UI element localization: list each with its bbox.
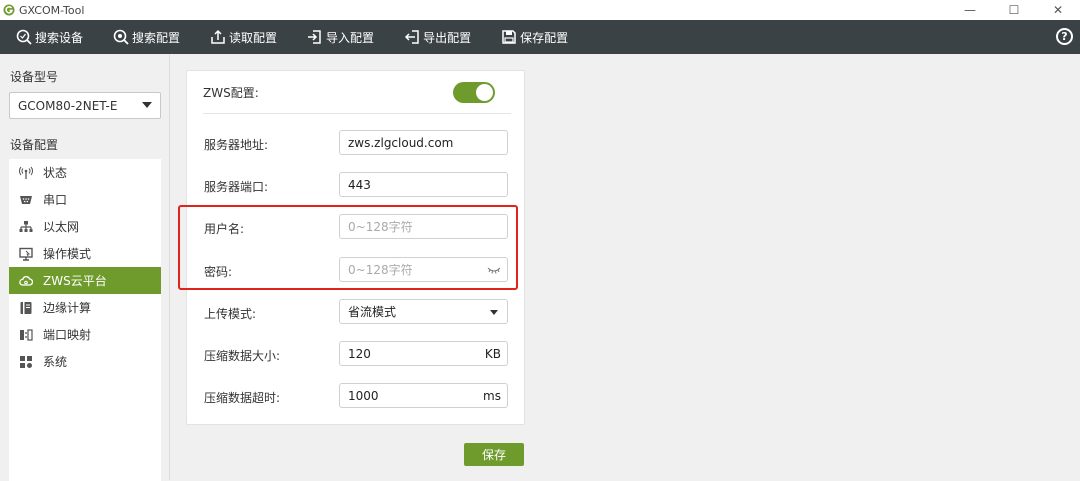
compress-timeout-input[interactable]: 1000 ms [339,383,508,408]
sidebar-item-label: 端口映射 [43,328,92,342]
search-device-icon [16,29,32,45]
search-config-label: 搜索配置 [132,30,181,45]
upload-mode-label: 上传模式: [204,307,257,321]
compress-timeout-value: 1000 [348,388,379,403]
close-button[interactable]: ✕ [1036,0,1080,20]
toolbar: 搜索设备 搜索配置 读取配置 导入配置 导出配置 保存配置 [0,20,1080,54]
save-config-icon [502,30,516,44]
read-config-icon [211,29,225,44]
upload-mode-value: 省流模式 [348,305,397,319]
sidebar-item-ethernet[interactable]: 以太网 [9,213,161,240]
read-config-button[interactable]: 读取配置 [210,20,277,54]
server-address-input[interactable]: zws.zlgcloud.com [339,130,508,155]
monitor-icon [19,247,33,261]
sidebar-item-label: ZWS云平台 [43,274,107,288]
device-config-label: 设备配置 [10,138,59,152]
minimize-button[interactable]: — [948,0,992,20]
search-config-button[interactable]: 搜索配置 [113,20,180,54]
read-config-label: 读取配置 [229,30,278,45]
grid-icon [20,355,32,368]
import-config-icon [308,30,321,44]
credentials-highlight-box [178,205,518,290]
serial-port-icon [20,195,32,204]
import-config-button[interactable]: 导入配置 [307,20,374,54]
chevron-down-icon [490,310,498,315]
compress-timeout-unit: ms [483,389,501,403]
server-port-value: 443 [348,177,371,192]
save-config-button[interactable]: 保存配置 [501,20,568,54]
device-model-value: GCOM80-2NET-E [18,98,118,113]
help-icon[interactable]: ? [1056,28,1073,45]
zws-enable-toggle[interactable] [453,82,495,103]
sidebar-item-label: 以太网 [43,220,80,234]
sidebar-item-label: 边缘计算 [43,301,92,315]
window-controls: — ☐ ✕ [948,0,1080,20]
book-icon [20,301,32,314]
device-model-select[interactable]: GCOM80-2NET-E [9,92,161,119]
device-model-label: 设备型号 [10,70,59,84]
sidebar-item-label: 系统 [43,355,68,369]
search-device-button[interactable]: 搜索设备 [16,20,83,54]
server-port-label: 服务器端口: [204,180,269,194]
compress-size-input[interactable]: 120 KB [339,341,508,366]
save-config-label: 保存配置 [520,30,569,45]
sidebar-item-port-mapping[interactable]: 端口映射 [9,321,161,348]
save-button[interactable]: 保存 [464,443,524,466]
zws-config-label: ZWS配置: [203,85,259,100]
compress-timeout-label: 压缩数据超时: [204,391,281,405]
window-title: GXCOM-Tool [19,3,85,17]
upload-mode-select[interactable]: 省流模式 [339,299,508,324]
app-logo-icon [3,4,15,16]
export-config-icon [405,30,419,44]
search-config-icon [113,29,129,45]
title-bar: GXCOM-Tool — ☐ ✕ [0,0,1080,20]
export-config-button[interactable]: 导出配置 [404,20,471,54]
server-port-input[interactable]: 443 [339,172,508,197]
signal-icon [19,166,33,179]
sidebar-item-system[interactable]: 系统 [9,348,161,375]
sidebar-item-label: 串口 [43,193,68,207]
search-device-label: 搜索设备 [35,30,84,45]
port-map-icon [20,328,33,341]
config-nav: 状态 串口 以太网 操作模式 ZWS云平台 边缘计算 端口映射 系统 [9,159,161,481]
sidebar-item-serial[interactable]: 串口 [9,186,161,213]
sidebar-item-edge-computing[interactable]: 边缘计算 [9,294,161,321]
sidebar-item-zws-cloud[interactable]: ZWS云平台 [9,267,161,294]
chevron-down-icon [142,102,152,108]
compress-size-unit: KB [484,347,501,361]
cloud-icon [19,275,33,286]
sidebar-item-label: 操作模式 [43,247,92,261]
sidebar-item-status[interactable]: 状态 [9,159,161,186]
sidebar: 设备型号 GCOM80-2NET-E 设备配置 状态 串口 以太网 操作模式 Z… [0,54,170,481]
maximize-button[interactable]: ☐ [992,0,1036,20]
sidebar-item-operation-mode[interactable]: 操作模式 [9,240,161,267]
ethernet-icon [19,220,33,232]
compress-size-label: 压缩数据大小: [204,349,281,363]
server-address-label: 服务器地址: [204,138,269,152]
sidebar-item-label: 状态 [43,166,68,180]
export-config-label: 导出配置 [423,30,472,45]
server-address-value: zws.zlgcloud.com [348,135,454,150]
compress-size-value: 120 [348,346,371,361]
import-config-label: 导入配置 [326,30,375,45]
zws-config-header: ZWS配置: [203,71,511,114]
